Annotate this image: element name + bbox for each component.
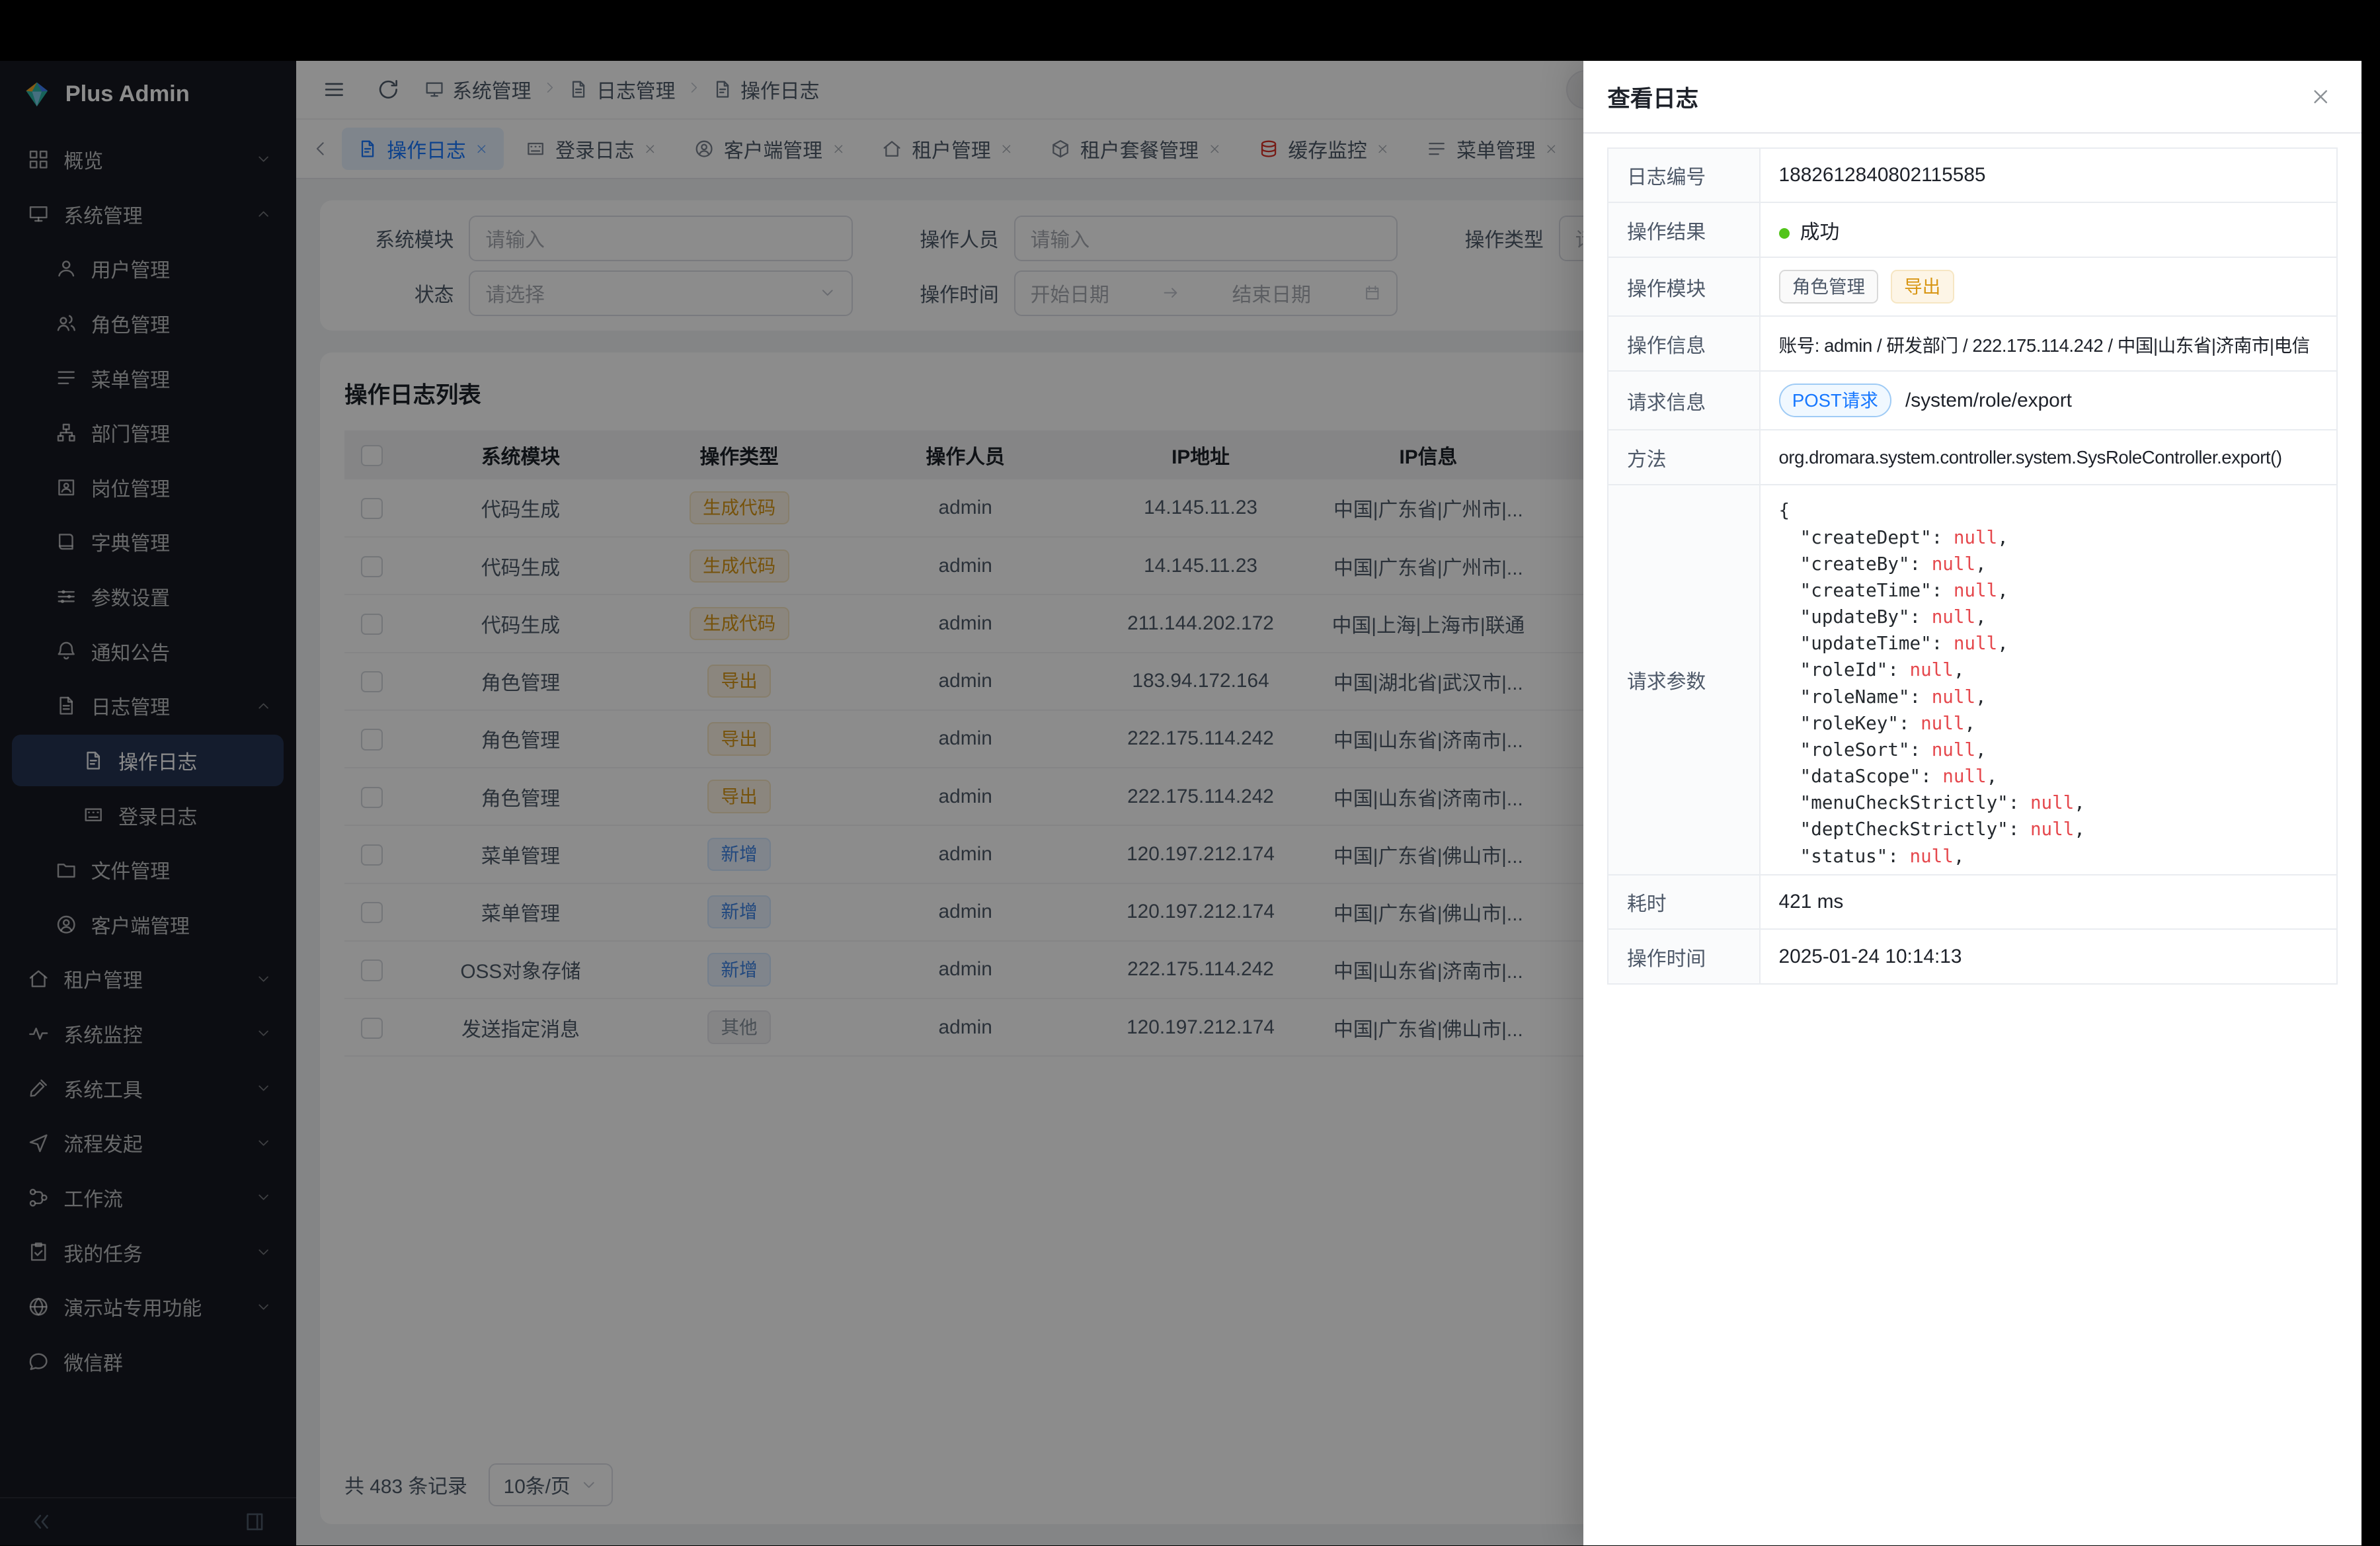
detail-label: 耗时 — [1608, 875, 1760, 930]
view-log-drawer: 查看日志 日志编号 1882612840802115585 操作结果 成功 操作… — [1583, 61, 2362, 1545]
detail-label: 请求信息 — [1608, 371, 1760, 430]
screen: Plus Admin 概览系统管理用户管理角色管理菜单管理部门管理岗位管理字典管… — [0, 0, 2380, 1545]
detail-row-result: 操作结果 成功 — [1608, 202, 2336, 257]
detail-label: 操作时间 — [1608, 929, 1760, 984]
code-line: "remark": null, — [1779, 870, 2319, 874]
detail-row-method: 方法 org.dromara.system.controller.system.… — [1608, 430, 2336, 485]
code-line: "roleName": null, — [1779, 684, 2319, 710]
module-value: 角色管理导出 — [1760, 257, 2337, 316]
module-tags: 角色管理导出 — [1779, 270, 1954, 304]
detail-label: 操作模块 — [1608, 257, 1760, 316]
code-line: "roleKey": null, — [1779, 710, 2319, 737]
code-line: "createTime": null, — [1779, 577, 2319, 604]
module-tag: 角色管理 — [1779, 270, 1879, 304]
code-line: "status": null, — [1779, 843, 2319, 870]
result-text: 成功 — [1800, 222, 1840, 243]
code-line: "updateBy": null, — [1779, 604, 2319, 630]
code-line: "roleId": null, — [1779, 657, 2319, 683]
detail-label: 日志编号 — [1608, 148, 1760, 203]
detail-label: 操作信息 — [1608, 316, 1760, 371]
code-line: "updateTime": null, — [1779, 630, 2319, 657]
operation-time-value: 2025-01-24 10:14:13 — [1760, 929, 2337, 984]
detail-row-duration: 耗时 421 ms — [1608, 875, 2336, 930]
code-line: "deptCheckStrictly": null, — [1779, 816, 2319, 842]
detail-label: 操作结果 — [1608, 202, 1760, 257]
success-status-dot — [1779, 228, 1790, 239]
close-icon — [2309, 85, 2332, 108]
log-id-value: 1882612840802115585 — [1760, 148, 2337, 203]
request-method-tag: POST请求 — [1779, 384, 1892, 417]
code-line: { — [1779, 497, 2319, 524]
code-line: "createBy": null, — [1779, 551, 2319, 577]
detail-label: 请求参数 — [1608, 485, 1760, 875]
result-value: 成功 — [1760, 202, 2337, 257]
request-value: POST请求 /system/role/export — [1760, 371, 2337, 430]
detail-row-request: 请求信息 POST请求 /system/role/export — [1608, 371, 2336, 430]
drawer-title: 查看日志 — [1607, 80, 1698, 113]
detail-row-log-id: 日志编号 1882612840802115585 — [1608, 148, 2336, 203]
drawer-body: 日志编号 1882612840802115585 操作结果 成功 操作模块 角色… — [1583, 134, 2362, 1545]
params-value: {"createDept": null,"createBy": null,"cr… — [1760, 485, 2337, 875]
duration-value: 421 ms — [1760, 875, 2337, 930]
operation-info-value: 账号: admin / 研发部门 / 222.175.114.242 / 中国|… — [1760, 316, 2337, 371]
code-line: "dataScope": null, — [1779, 763, 2319, 790]
close-drawer-button[interactable] — [2304, 80, 2338, 114]
method-value: org.dromara.system.controller.system.Sys… — [1760, 430, 2337, 485]
drawer-header: 查看日志 — [1583, 61, 2362, 134]
code-line: "roleSort": null, — [1779, 737, 2319, 763]
detail-row-params: 请求参数 {"createDept": null,"createBy": nul… — [1608, 485, 2336, 875]
detail-label: 方法 — [1608, 430, 1760, 485]
request-url: /system/role/export — [1905, 389, 2072, 412]
detail-row-module: 操作模块 角色管理导出 — [1608, 257, 2336, 316]
code-line: "createDept": null, — [1779, 524, 2319, 551]
module-tag: 导出 — [1891, 270, 1954, 304]
params-code[interactable]: {"createDept": null,"createBy": null,"cr… — [1761, 485, 2336, 874]
detail-row-info: 操作信息 账号: admin / 研发部门 / 222.175.114.242 … — [1608, 316, 2336, 371]
detail-row-time: 操作时间 2025-01-24 10:14:13 — [1608, 929, 2336, 984]
log-detail-table: 日志编号 1882612840802115585 操作结果 成功 操作模块 角色… — [1607, 147, 2337, 985]
code-line: "menuCheckStrictly": null, — [1779, 790, 2319, 816]
